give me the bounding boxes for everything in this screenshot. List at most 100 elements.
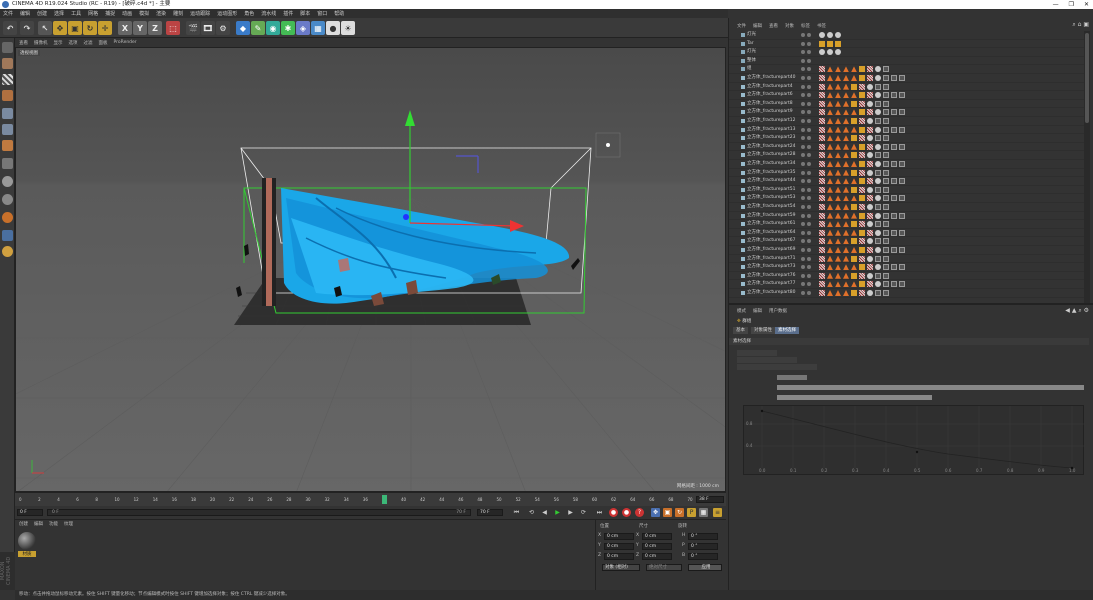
y-axis-arrow[interactable] [405, 110, 415, 126]
object-search-icon[interactable]: ⌕ ⌂ ▣ [1072, 21, 1089, 29]
menu-item-16[interactable]: 脚本 [300, 10, 310, 17]
visibility-dot[interactable] [801, 153, 805, 158]
visibility-dot[interactable] [801, 256, 805, 261]
move-icon[interactable]: ✥ [53, 21, 67, 35]
object-row[interactable]: 立方体_fracturepart61 [729, 220, 1084, 229]
render-dot[interactable] [807, 179, 811, 184]
attr-menu-item-2[interactable]: 用户数据 [769, 308, 787, 314]
object-menu-item-0[interactable]: 文件 [737, 23, 746, 29]
menu-item-9[interactable]: 渲染 [156, 10, 166, 17]
render-dot[interactable] [807, 76, 811, 80]
visibility-dot[interactable] [801, 213, 805, 218]
render-dot[interactable] [807, 291, 811, 295]
pen-icon[interactable]: ✎ [251, 21, 265, 35]
menu-item-1[interactable]: 编辑 [20, 10, 30, 17]
menu-item-14[interactable]: 流水线 [261, 10, 276, 17]
menu-item-18[interactable]: 帮助 [334, 10, 344, 17]
object-menu-item-3[interactable]: 对象 [785, 23, 794, 29]
visibility-dot[interactable] [801, 230, 805, 235]
menu-item-6[interactable]: 捕捉 [105, 10, 115, 17]
viewport[interactable]: 透视视图 网格间距 : 1000 cm ✥ ↕ ⟲ ▣ [15, 47, 726, 492]
make-editable-icon[interactable] [2, 42, 13, 53]
rotate-icon[interactable]: ↻ [83, 21, 97, 35]
coord-size-field[interactable]: 0 cm [642, 533, 672, 540]
visibility-dot[interactable] [801, 248, 805, 252]
pos-key-icon[interactable]: ✥ [651, 508, 660, 517]
timeline-window-icon[interactable]: ≡ [713, 508, 722, 517]
attr-slider-1[interactable] [777, 375, 807, 380]
render-dot[interactable] [807, 144, 811, 149]
polygons-mode-icon[interactable] [2, 140, 13, 151]
visibility-dot[interactable] [801, 127, 805, 132]
key-selection-icon[interactable]: ? [635, 508, 644, 517]
material-menu-item-0[interactable]: 创建 [19, 521, 28, 527]
object-row[interactable]: Tar [729, 40, 1084, 49]
viewport-menu-item-6[interactable]: ProRender [114, 40, 137, 45]
object-row[interactable]: 灯光 [729, 48, 1084, 57]
menu-item-13[interactable]: 角色 [244, 10, 254, 17]
visibility-dot[interactable] [801, 76, 805, 80]
object-menu-item-2[interactable]: 查看 [769, 23, 778, 29]
object-menu-item-1[interactable]: 编辑 [753, 23, 762, 29]
prev-frame-icon[interactable]: ◀ [540, 508, 549, 517]
render-dot[interactable] [807, 127, 811, 132]
visibility-dot[interactable] [801, 179, 805, 184]
render-settings-icon[interactable]: ⚙ [216, 21, 230, 35]
material-name[interactable]: 材质 [18, 551, 36, 557]
rot-key-icon[interactable]: ↻ [675, 508, 684, 517]
visibility-dot[interactable] [801, 265, 805, 270]
coord-rot-field[interactable]: 0 ° [688, 543, 718, 550]
menu-item-11[interactable]: 运动跟踪 [190, 10, 210, 17]
object-row[interactable]: 立方体_fracturepart23 [729, 134, 1084, 143]
recent-tool-icon[interactable]: ✛ [98, 21, 112, 35]
render-dot[interactable] [807, 248, 811, 252]
timeline[interactable]: 0246810121416182022242628303234363840424… [15, 492, 726, 506]
undo-icon[interactable]: ↶ [3, 21, 17, 35]
workplane-icon[interactable] [2, 90, 13, 101]
object-row[interactable]: 整体 [729, 57, 1084, 66]
scale-icon[interactable]: ▣ [68, 21, 82, 35]
visibility-dot[interactable] [801, 33, 805, 37]
visibility-dot[interactable] [801, 144, 805, 149]
attr-slider-2[interactable] [777, 385, 1084, 390]
coord-pos-field[interactable]: 0 cm [604, 533, 634, 540]
object-row[interactable]: 立方体_fracturepart51 [729, 186, 1084, 195]
render-dot[interactable] [807, 101, 811, 106]
x-axis-icon[interactable]: X [118, 21, 132, 35]
z-axis-handle[interactable] [403, 214, 409, 220]
coord-mode-select[interactable]: 对象 (相对) [602, 564, 640, 571]
menu-item-5[interactable]: 网格 [88, 10, 98, 17]
tweak-icon[interactable] [2, 176, 13, 187]
visibility-dot[interactable] [801, 50, 805, 55]
playhead[interactable] [382, 495, 387, 504]
scale-key-icon[interactable]: ▣ [663, 508, 672, 517]
z-axis-icon[interactable]: Z [148, 21, 162, 35]
coord-rot-field[interactable]: 0 ° [688, 553, 718, 560]
prev-key-icon[interactable]: ⟲ [527, 508, 536, 517]
render-dot[interactable] [807, 50, 811, 55]
render-dot[interactable] [807, 67, 811, 72]
visibility-dot[interactable] [801, 93, 805, 98]
size-mode-select[interactable]: 绝对尺寸 [646, 564, 682, 571]
viewport-menu-item-1[interactable]: 摄像机 [34, 40, 48, 46]
render-dot[interactable] [807, 187, 811, 192]
object-row[interactable]: 立方体_fracturepart34 [729, 160, 1084, 169]
y-axis-icon[interactable]: Y [133, 21, 147, 35]
maximize-button[interactable]: ❐ [1069, 0, 1074, 9]
material-menu-item-3[interactable]: 纹理 [64, 521, 73, 527]
render-dot[interactable] [807, 205, 811, 209]
render-dot[interactable] [807, 84, 811, 89]
render-dot[interactable] [807, 33, 811, 37]
visibility-dot[interactable] [801, 110, 805, 115]
menu-item-2[interactable]: 创建 [37, 10, 47, 17]
render-dot[interactable] [807, 170, 811, 175]
object-menu-item-5[interactable]: 书签 [817, 23, 826, 29]
points-mode-icon[interactable] [2, 108, 13, 119]
visibility-dot[interactable] [801, 84, 805, 89]
visibility-dot[interactable] [801, 239, 805, 244]
visibility-dot[interactable] [801, 273, 805, 278]
texture-mode-icon[interactable] [2, 74, 13, 85]
snap-icon[interactable] [2, 194, 13, 205]
material-menu-item-1[interactable]: 编辑 [34, 521, 43, 527]
render-dot[interactable] [807, 119, 811, 123]
